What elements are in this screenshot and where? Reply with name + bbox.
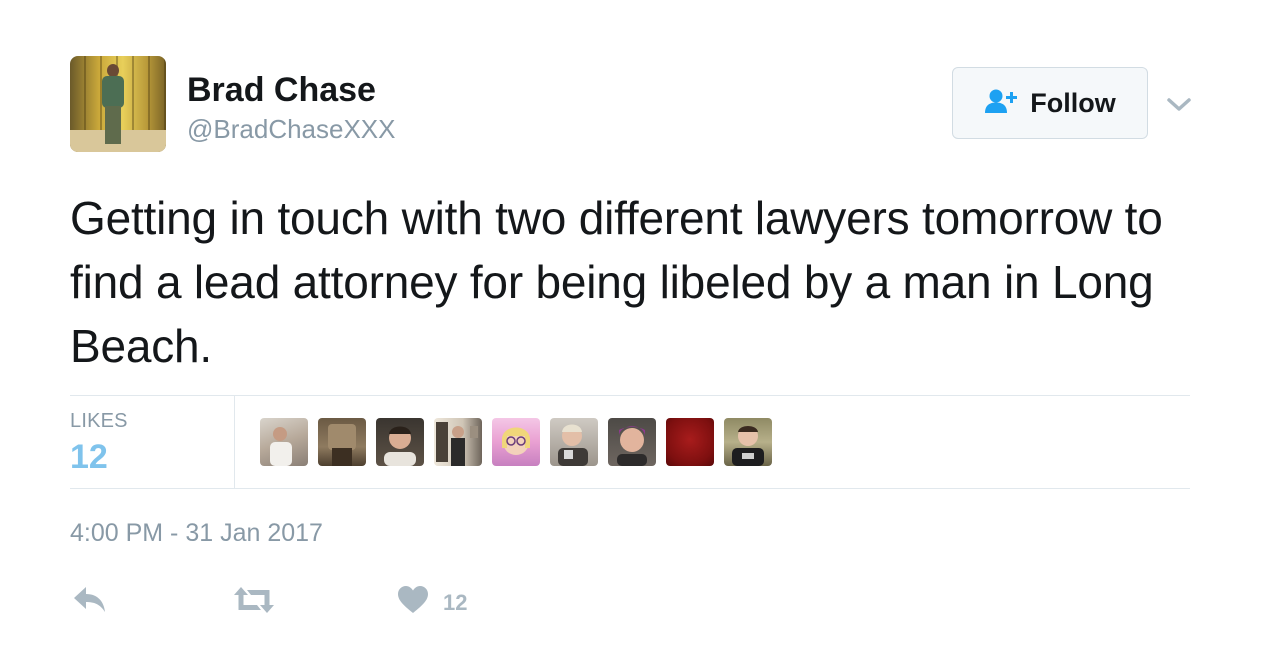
reply-icon [72,585,108,620]
like-button[interactable]: 12 [397,585,467,620]
liker-avatar[interactable] [608,418,656,466]
stats-divider [234,396,235,488]
liker-avatar[interactable] [492,418,540,466]
avatar-figure [100,64,126,144]
retweet-button[interactable] [232,585,276,620]
likes-count[interactable]: 12 [70,436,108,478]
reply-button[interactable] [72,585,108,620]
liker-avatar[interactable] [376,418,424,466]
liker-avatar[interactable] [724,418,772,466]
add-user-icon [984,88,1020,119]
author-handle[interactable]: @BradChaseXXX [187,113,396,145]
liker-avatar[interactable] [318,418,366,466]
tweet-timestamp[interactable]: 4:00 PM - 31 Jan 2017 [70,519,323,548]
divider-bottom [70,488,1190,489]
author-name[interactable]: Brad Chase [187,70,376,110]
like-count: 12 [443,589,468,615]
liker-avatar[interactable] [666,418,714,466]
chevron-down-icon[interactable] [1164,90,1194,120]
liker-avatar[interactable] [550,418,598,466]
follow-button[interactable]: Follow [952,67,1148,139]
liker-avatar[interactable] [260,418,308,466]
author-avatar[interactable] [70,56,166,152]
heart-icon [397,585,429,620]
tweet-text: Getting in touch with two different lawy… [70,192,1163,372]
likes-label[interactable]: LIKES [70,410,128,433]
liker-avatar[interactable] [434,418,482,466]
retweet-icon [232,585,276,620]
follow-button-label: Follow [1030,87,1116,118]
divider-top [70,395,1190,396]
